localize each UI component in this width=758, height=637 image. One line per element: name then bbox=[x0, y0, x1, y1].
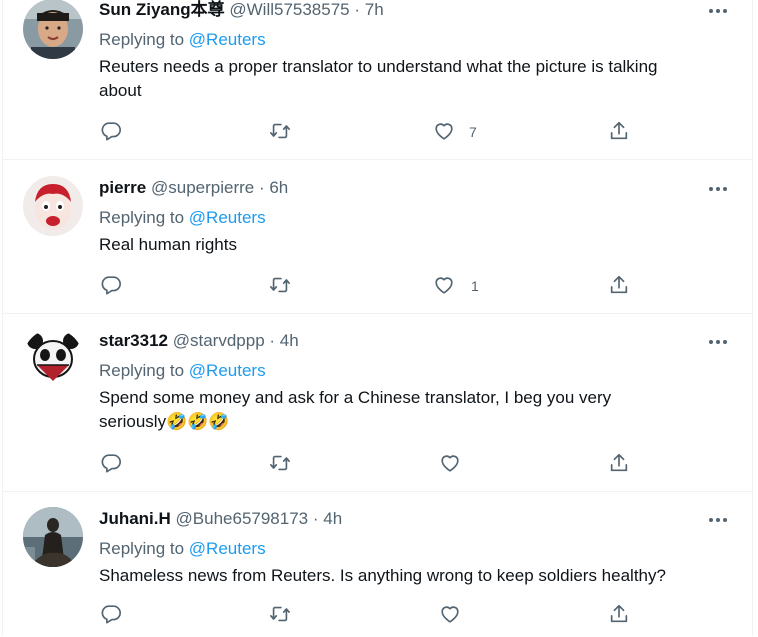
tweet[interactable]: Sun Ziyang本尊 @Will57538575 · 7h Replying… bbox=[3, 0, 752, 160]
replying-to-handle[interactable]: @Reuters bbox=[189, 539, 266, 558]
more-icon[interactable] bbox=[706, 0, 730, 23]
reply-icon[interactable] bbox=[100, 120, 122, 142]
tweet-text-line: Reuters needs a proper translator to und… bbox=[99, 57, 658, 76]
retweet-icon[interactable] bbox=[269, 120, 291, 142]
share-icon[interactable] bbox=[608, 603, 630, 625]
display-name[interactable]: Juhani.H bbox=[99, 509, 171, 528]
display-name[interactable]: star3312 bbox=[99, 331, 168, 350]
timestamp[interactable]: 4h bbox=[323, 509, 342, 528]
reply-feed: Sun Ziyang本尊 @Will57538575 · 7h Replying… bbox=[2, 0, 753, 636]
timestamp[interactable]: 7h bbox=[365, 0, 384, 19]
like-icon[interactable] bbox=[433, 120, 455, 142]
dot-separator: · bbox=[349, 0, 365, 19]
replying-to-handle[interactable]: @Reuters bbox=[189, 208, 266, 227]
retweet-icon[interactable] bbox=[269, 274, 291, 296]
replying-to-handle[interactable]: @Reuters bbox=[189, 361, 266, 380]
tweet[interactable]: Juhani.H @Buhe65798173 · 4h Replying to … bbox=[3, 491, 752, 637]
more-icon[interactable] bbox=[706, 508, 730, 532]
dot-separator: · bbox=[254, 178, 270, 197]
like-icon[interactable] bbox=[439, 452, 461, 474]
share-icon[interactable] bbox=[608, 452, 630, 474]
user-handle[interactable]: @Will57538575 bbox=[229, 0, 349, 19]
share-icon[interactable] bbox=[608, 120, 630, 142]
dot-separator: · bbox=[308, 509, 324, 528]
tweet-text-line: about bbox=[99, 81, 142, 100]
reply-icon[interactable] bbox=[100, 274, 122, 296]
avatar[interactable] bbox=[23, 507, 83, 567]
dot-separator: · bbox=[264, 331, 280, 350]
more-icon[interactable] bbox=[706, 330, 730, 354]
tweet-text-line: seriously🤣🤣🤣 bbox=[99, 412, 230, 431]
user-handle[interactable]: @superpierre bbox=[151, 178, 254, 197]
tweet-text-line: Real human rights bbox=[99, 235, 237, 254]
tweet-text-line: Shameless news from Reuters. Is anything… bbox=[99, 566, 666, 585]
like-count: 7 bbox=[469, 124, 477, 140]
user-handle[interactable]: @starvdppp bbox=[173, 331, 265, 350]
timestamp[interactable]: 6h bbox=[269, 178, 288, 197]
more-icon[interactable] bbox=[706, 177, 730, 201]
replying-to-label: Replying to bbox=[99, 539, 185, 558]
tweet-text-line: Spend some money and ask for a Chinese t… bbox=[99, 388, 612, 407]
like-count: 1 bbox=[471, 278, 479, 294]
avatar[interactable] bbox=[23, 176, 83, 236]
replying-to-handle[interactable]: @Reuters bbox=[189, 30, 266, 49]
replying-to-label: Replying to bbox=[99, 30, 185, 49]
tweet[interactable]: star3312 @starvdppp · 4h Replying to @Re… bbox=[3, 313, 752, 492]
timestamp[interactable]: 4h bbox=[280, 331, 299, 350]
retweet-icon[interactable] bbox=[269, 452, 291, 474]
replying-to-label: Replying to bbox=[99, 208, 185, 227]
like-icon[interactable] bbox=[439, 603, 461, 625]
like-icon[interactable] bbox=[433, 274, 455, 296]
share-icon[interactable] bbox=[608, 274, 630, 296]
avatar[interactable] bbox=[23, 329, 83, 389]
reply-icon[interactable] bbox=[100, 452, 122, 474]
display-name[interactable]: Sun Ziyang本尊 bbox=[99, 0, 225, 19]
tweet[interactable]: pierre @superpierre · 6h Replying to @Re… bbox=[3, 160, 752, 314]
retweet-icon[interactable] bbox=[269, 603, 291, 625]
display-name[interactable]: pierre bbox=[99, 178, 146, 197]
replying-to-label: Replying to bbox=[99, 361, 185, 380]
user-handle[interactable]: @Buhe65798173 bbox=[176, 509, 309, 528]
reply-icon[interactable] bbox=[100, 603, 122, 625]
avatar[interactable] bbox=[23, 0, 83, 59]
